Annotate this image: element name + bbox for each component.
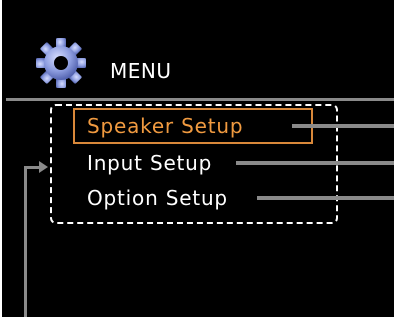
menu-item-option-setup[interactable]: Option Setup — [87, 185, 228, 211]
gear-icon — [36, 38, 86, 88]
speaker-setup-pointer-line — [292, 124, 394, 128]
menu-item-input-setup[interactable]: Input Setup — [87, 150, 212, 176]
callout-arrow-icon — [39, 161, 48, 173]
menu-title: MENU — [110, 59, 172, 83]
input-setup-pointer-line — [236, 161, 394, 165]
callout-vertical-line — [24, 167, 27, 317]
option-setup-pointer-line — [257, 196, 394, 200]
menu-item-speaker-setup[interactable]: Speaker Setup — [73, 108, 313, 144]
menu-screen: MENU Speaker Setup Input Setup Option Se… — [2, 0, 394, 317]
header-divider — [6, 98, 394, 101]
